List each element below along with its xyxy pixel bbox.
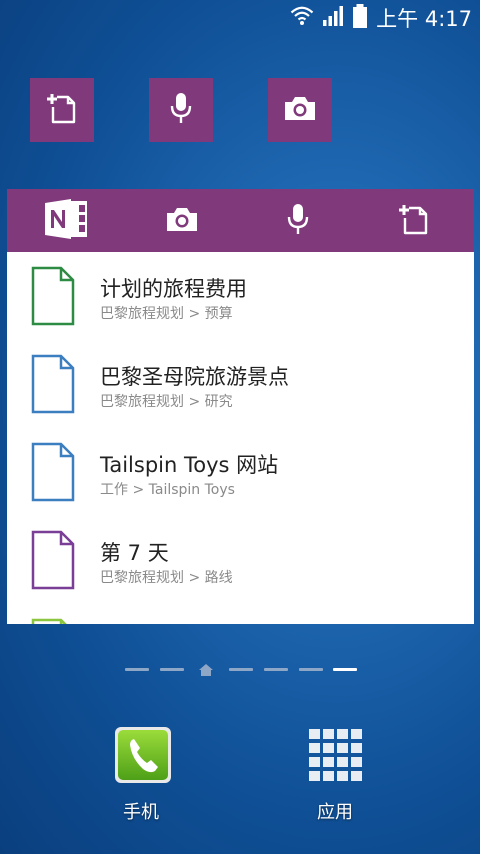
- page-icon: [31, 354, 75, 418]
- page-dot[interactable]: [263, 668, 288, 671]
- apps-shortcut[interactable]: 应用: [306, 726, 366, 836]
- recent-notes-list: 计划的旅程费用 巴黎旅程规划 > 预算 巴黎圣母院旅游景点 巴黎旅程规划 > 研…: [7, 252, 474, 624]
- page-indicator: [0, 662, 480, 678]
- voice-note-tile[interactable]: [149, 78, 213, 142]
- battery-icon: [352, 4, 368, 32]
- home-page-indicator-icon[interactable]: [198, 662, 214, 678]
- apps-label: 应用: [317, 802, 353, 823]
- app-grid-icon: [307, 728, 365, 788]
- status-bar: 上午 4:17: [0, 0, 480, 36]
- page-dot[interactable]: [159, 668, 184, 671]
- phone-shortcut[interactable]: 手机: [114, 726, 174, 836]
- note-path: 巴黎旅程规划 > 路线: [100, 570, 233, 586]
- wifi-icon: [290, 5, 314, 31]
- phone-label: 手机: [123, 802, 159, 823]
- note-title: Tailspin Toys 网站: [100, 453, 279, 477]
- widget-new-page-button[interactable]: [374, 189, 454, 252]
- onenote-logo-icon: [43, 197, 91, 245]
- note-title: 巴黎圣母院旅游景点: [100, 365, 289, 389]
- new-page-icon: [397, 202, 431, 240]
- note-item-partial[interactable]: [7, 604, 474, 624]
- camera-icon: [283, 94, 317, 126]
- page-dot[interactable]: [298, 668, 323, 671]
- page-icon: [31, 442, 75, 506]
- note-path: 工作 > Tailspin Toys: [100, 482, 235, 498]
- clock: 上午 4:17: [376, 7, 472, 31]
- new-page-tile[interactable]: [30, 78, 94, 142]
- page-icon: [31, 530, 75, 594]
- camera-icon: [165, 205, 199, 237]
- new-page-icon: [45, 91, 79, 129]
- note-title: 计划的旅程费用: [100, 277, 247, 301]
- page-dot[interactable]: [229, 668, 254, 671]
- widget-camera-button[interactable]: [142, 189, 222, 252]
- onenote-widget: 计划的旅程费用 巴黎旅程规划 > 预算 巴黎圣母院旅游景点 巴黎旅程规划 > 研…: [7, 189, 474, 624]
- note-item[interactable]: 计划的旅程费用 巴黎旅程规划 > 预算: [7, 252, 474, 340]
- note-item[interactable]: 巴黎圣母院旅游景点 巴黎旅程规划 > 研究: [7, 340, 474, 428]
- mic-icon: [283, 202, 313, 240]
- widget-mic-button[interactable]: [258, 189, 338, 252]
- page-dot-active[interactable]: [333, 668, 358, 671]
- mic-icon: [166, 91, 196, 129]
- note-item[interactable]: Tailspin Toys 网站 工作 > Tailspin Toys: [7, 428, 474, 516]
- open-onenote-button[interactable]: [27, 189, 107, 252]
- signal-icon: [322, 6, 344, 30]
- note-item[interactable]: 第 7 天 巴黎旅程规划 > 路线: [7, 516, 474, 604]
- page-icon: [31, 618, 75, 624]
- widget-toolbar: [7, 189, 474, 252]
- note-path: 巴黎旅程规划 > 研究: [100, 394, 233, 410]
- note-path: 巴黎旅程规划 > 预算: [100, 306, 233, 322]
- page-dot[interactable]: [125, 668, 149, 671]
- phone-icon: [114, 726, 172, 788]
- photo-note-tile[interactable]: [268, 78, 332, 142]
- note-title: 第 7 天: [100, 541, 169, 565]
- page-icon: [31, 266, 75, 330]
